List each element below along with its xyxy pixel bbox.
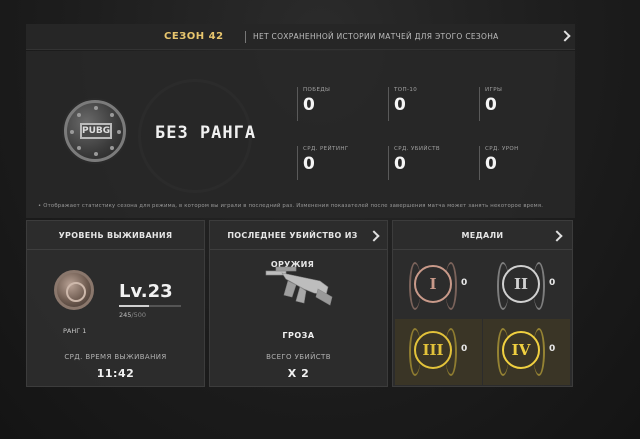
stat-label: ТОП-10 (394, 87, 418, 93)
panel-title: ПОСЛЕДНЕЕ УБИЙСТВО ИЗ ОРУЖИЯ (210, 221, 387, 269)
rivet (94, 106, 98, 110)
stat-value: 0 (303, 95, 315, 115)
stat-avg-kills: СРД. УБИЙСТВ 0 (388, 146, 468, 180)
weapon-name: ГРОЗА (282, 331, 315, 340)
medal-count: 0 (461, 278, 468, 288)
season-stats-panel: PUBG БЕЗ РАНГА ПОБЕДЫ 0 ТОП-10 0 ИГРЫ 0 … (26, 51, 575, 218)
stat-value: 0 (394, 95, 406, 115)
medal-slot-4[interactable]: IV 0 (483, 319, 570, 385)
xp-progress-fill (119, 305, 150, 307)
season-title[interactable]: СЕЗОН 42 (164, 31, 224, 42)
xp-current: 245 (119, 311, 132, 319)
stats-footnote: • Отображает статистику сезона для режим… (38, 203, 544, 209)
xp-readout: 245/500 (119, 311, 146, 319)
panel-title: УРОВЕНЬ ВЫЖИВАНИЯ (27, 221, 204, 250)
total-kills-label: ВСЕГО УБИЙСТВ (266, 353, 331, 361)
no-history-note: НЕТ СОХРАНЕННОЙ ИСТОРИИ МАТЧЕЙ ДЛЯ ЭТОГО… (253, 32, 499, 41)
survival-rank-label: РАНГ 1 (63, 327, 87, 335)
rank-name: БЕЗ РАНГА (155, 123, 257, 143)
rank-badge-icon: PUBG (64, 100, 126, 162)
survival-level: Lv.23 (119, 281, 173, 302)
medal-silver-icon: II (497, 262, 545, 310)
rivet (110, 113, 114, 117)
panel-title: МЕДАЛИ (393, 221, 572, 250)
chevron-right-icon[interactable] (559, 30, 571, 42)
stat-value: 0 (485, 154, 497, 174)
medal-bronze-icon: I (409, 262, 457, 310)
medal-gold-icon: III (409, 328, 457, 376)
stat-avg-damage: СРД. УРОН 0 (479, 146, 559, 180)
stat-wins: ПОБЕДЫ 0 (297, 87, 377, 121)
medals-panel[interactable]: МЕДАЛИ I 0 II 0 III 0 IV 0 (392, 220, 573, 387)
medal-slot-2[interactable]: II 0 (483, 253, 570, 319)
rivet (94, 152, 98, 156)
rivet (77, 146, 81, 150)
stat-label: СРД. УБИЙСТВ (394, 146, 441, 152)
medal-slot-3[interactable]: III 0 (395, 319, 482, 385)
survival-level-panel: УРОВЕНЬ ВЫЖИВАНИЯ Lv.23 245/500 РАНГ 1 С… (26, 220, 205, 387)
xp-max: /500 (131, 311, 147, 319)
medal-count: 0 (461, 344, 468, 354)
avg-survival-time-value: 11:42 (96, 367, 135, 380)
groza-rifle-icon (265, 266, 333, 306)
stat-label: ИГРЫ (485, 87, 503, 93)
survival-rank-badge-icon (54, 270, 94, 310)
medal-count: 0 (549, 344, 556, 354)
stat-label: СРД. РЕЙТИНГ (303, 146, 349, 152)
rivet (117, 130, 121, 134)
season-header[interactable]: СЕЗОН 42 НЕТ СОХРАНЕННОЙ ИСТОРИИ МАТЧЕЙ … (26, 24, 575, 50)
medal-slot-1[interactable]: I 0 (395, 253, 482, 319)
stat-avg-rating: СРД. РЕЙТИНГ 0 (297, 146, 377, 180)
total-kills-value: X 2 (287, 367, 310, 380)
stat-label: ПОБЕДЫ (303, 87, 331, 93)
stat-value: 0 (485, 95, 497, 115)
badge-logo-text: PUBG (80, 123, 112, 139)
stat-value: 0 (394, 154, 406, 174)
rivet (110, 146, 114, 150)
last-kill-weapon-panel[interactable]: ПОСЛЕДНЕЕ УБИЙСТВО ИЗ ОРУЖИЯ ГРОЗА ВСЕГО… (209, 220, 388, 387)
rivet (70, 130, 74, 134)
stat-top10: ТОП-10 0 (388, 87, 468, 121)
medal-platinum-icon: IV (497, 328, 545, 376)
stat-label: СРД. УРОН (485, 146, 519, 152)
rivet (77, 113, 81, 117)
stat-games: ИГРЫ 0 (479, 87, 559, 121)
xp-progress-bar (119, 305, 181, 307)
footnote-text: Отображает статистику сезона для режима,… (43, 203, 544, 209)
header-divider (245, 31, 246, 43)
avg-survival-time-label: СРД. ВРЕМЯ ВЫЖИВАНИЯ (64, 353, 167, 361)
medal-count: 0 (549, 278, 556, 288)
gun-scope (275, 266, 297, 272)
stat-value: 0 (303, 154, 315, 174)
